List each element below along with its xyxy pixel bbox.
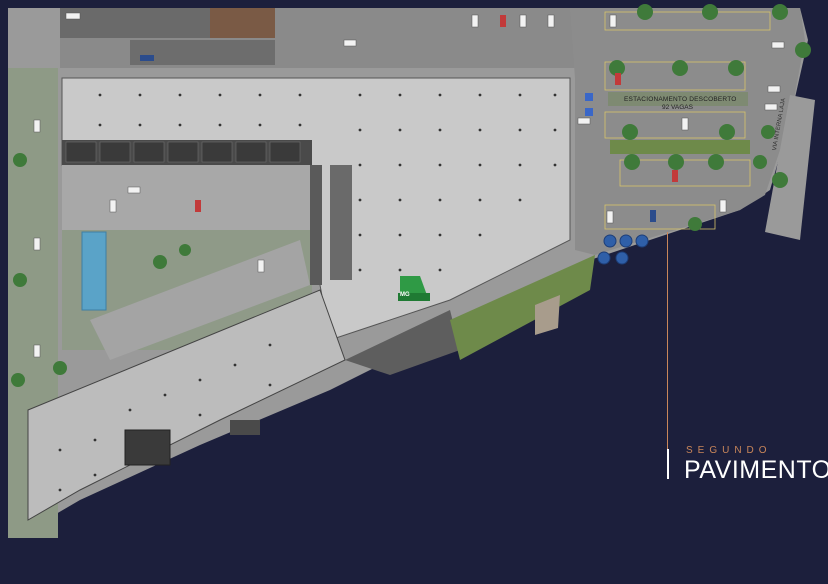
mg-logo-text: MG [400, 292, 410, 298]
ramp-dark [330, 165, 352, 280]
pool [81, 231, 107, 311]
parking-count: 92 VAGAS [662, 104, 693, 111]
site-plan-map [0, 0, 828, 579]
floor-subtitle: SEGUNDO [686, 445, 772, 456]
callout-leader-line [667, 232, 668, 450]
ramp-strip [310, 165, 322, 285]
floor-title: PAVIMENTO [684, 456, 828, 484]
roof-box [230, 420, 260, 435]
parking-planter [610, 140, 750, 154]
parking-title: ESTACIONAMENTO DESCOBERTO [624, 96, 737, 103]
top-building-left [60, 8, 210, 38]
site-plan-stage: ESTACIONAMENTO DESCOBERTO 92 VAGAS VIA I… [0, 0, 828, 579]
callout-tick [667, 449, 669, 479]
top-building-dark [130, 40, 275, 65]
roof-units [65, 141, 301, 163]
top-building-roof [210, 8, 275, 38]
stair-core [124, 429, 171, 466]
